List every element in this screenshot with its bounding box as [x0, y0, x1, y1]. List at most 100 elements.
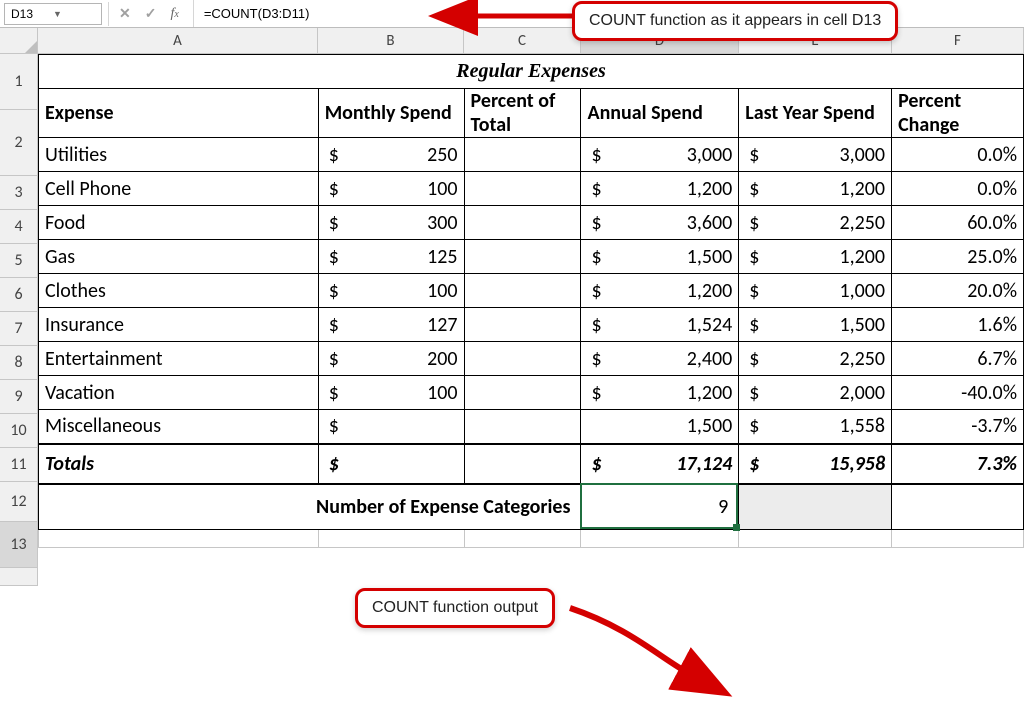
- cell-last[interactable]: $1,500: [739, 308, 892, 342]
- cell-monthly[interactable]: $125: [318, 240, 464, 274]
- cell-blank[interactable]: [892, 530, 1024, 548]
- cell-pctchange[interactable]: 20.0%: [892, 274, 1024, 308]
- row-header-4[interactable]: 4: [0, 210, 37, 244]
- header-expense[interactable]: Expense: [39, 89, 319, 138]
- row-header-6[interactable]: 6: [0, 278, 37, 312]
- cell-annual[interactable]: $1,200: [581, 376, 739, 410]
- row-header-14[interactable]: [0, 568, 37, 586]
- row-header-11[interactable]: 11: [0, 448, 37, 482]
- cell-blank[interactable]: [39, 530, 319, 548]
- cell-annual[interactable]: $3,000: [581, 138, 739, 172]
- totals-label[interactable]: Totals: [39, 444, 319, 484]
- cell-last[interactable]: $3,000: [739, 138, 892, 172]
- cell-pctchange[interactable]: 25.0%: [892, 240, 1024, 274]
- cell-expense[interactable]: Miscellaneous: [39, 410, 319, 444]
- cell-pctchange[interactable]: -40.0%: [892, 376, 1024, 410]
- row-header-9[interactable]: 9: [0, 380, 37, 414]
- cell-monthly[interactable]: $100: [318, 172, 464, 206]
- row-header-12[interactable]: 12: [0, 482, 37, 522]
- col-header-C[interactable]: C: [464, 28, 581, 54]
- cell-blank[interactable]: [581, 530, 739, 548]
- cell-annual[interactable]: $1,200: [581, 172, 739, 206]
- cell-monthly[interactable]: $100: [318, 274, 464, 308]
- row-header-2[interactable]: 2: [0, 110, 37, 176]
- cell-pctoftotal[interactable]: [464, 172, 581, 206]
- cell-F13[interactable]: [892, 484, 1024, 530]
- cancel-icon[interactable]: ✕: [119, 5, 131, 22]
- totals-monthly[interactable]: $1,427: [318, 444, 464, 484]
- cell-pctoftotal[interactable]: [464, 138, 581, 172]
- cell-pctoftotal[interactable]: [464, 274, 581, 308]
- cell-pctoftotal[interactable]: [464, 206, 581, 240]
- header-last-year[interactable]: Last Year Spend: [739, 89, 892, 138]
- cell-pctchange[interactable]: 6.7%: [892, 342, 1024, 376]
- cell-monthly[interactable]: $100: [318, 376, 464, 410]
- cell-expense[interactable]: Clothes: [39, 274, 319, 308]
- cell-monthly[interactable]: $300: [318, 206, 464, 240]
- cell-last[interactable]: $2,250: [739, 342, 892, 376]
- cell-pctchange[interactable]: 0.0%: [892, 172, 1024, 206]
- row-header-13[interactable]: 13: [0, 522, 37, 568]
- cell-last[interactable]: $2,000: [739, 376, 892, 410]
- cell-last[interactable]: $2,250: [739, 206, 892, 240]
- note-label[interactable]: Number of Expense Categories: [39, 484, 581, 530]
- cell-expense[interactable]: Entertainment: [39, 342, 319, 376]
- row-header-7[interactable]: 7: [0, 312, 37, 346]
- cell-expense[interactable]: Vacation: [39, 376, 319, 410]
- cell-D13[interactable]: 9: [581, 484, 739, 530]
- cell-last[interactable]: $1,200: [739, 240, 892, 274]
- cell-annual[interactable]: $1,524: [581, 308, 739, 342]
- col-header-B[interactable]: B: [318, 28, 464, 54]
- totals-last[interactable]: $15,958: [739, 444, 892, 484]
- row-header-1[interactable]: 1: [0, 54, 37, 110]
- name-box[interactable]: D13 ▼: [4, 3, 102, 25]
- cell-pctchange[interactable]: 1.6%: [892, 308, 1024, 342]
- cell-pctchange[interactable]: 0.0%: [892, 138, 1024, 172]
- totals-annual[interactable]: $17,124: [581, 444, 739, 484]
- row-header-8[interactable]: 8: [0, 346, 37, 380]
- cell-monthly[interactable]: $250: [318, 138, 464, 172]
- cell-pctoftotal[interactable]: [464, 410, 581, 444]
- cell-last[interactable]: $1,558: [739, 410, 892, 444]
- header-annual[interactable]: Annual Spend: [581, 89, 739, 138]
- cell-annual[interactable]: $3,600: [581, 206, 739, 240]
- cell-expense[interactable]: Insurance: [39, 308, 319, 342]
- cell-expense[interactable]: Utilities: [39, 138, 319, 172]
- header-percent-total[interactable]: Percent of Total: [464, 89, 581, 138]
- cell-expense[interactable]: Cell Phone: [39, 172, 319, 206]
- cell-monthly[interactable]: $200: [318, 342, 464, 376]
- cell-E13[interactable]: [739, 484, 892, 530]
- header-percent-change[interactable]: Percent Change: [892, 89, 1024, 138]
- row-header-3[interactable]: 3: [0, 176, 37, 210]
- cell-pctoftotal[interactable]: [464, 240, 581, 274]
- cell-monthly[interactable]: $125: [318, 410, 464, 444]
- chevron-down-icon[interactable]: ▼: [53, 9, 95, 19]
- cell-annual[interactable]: $1,500: [581, 240, 739, 274]
- cell-annual[interactable]: $1,500: [581, 410, 739, 444]
- row-header-10[interactable]: 10: [0, 414, 37, 448]
- cell-pctoftotal[interactable]: [464, 308, 581, 342]
- cell-last[interactable]: $1,000: [739, 274, 892, 308]
- col-header-A[interactable]: A: [38, 28, 318, 54]
- cell-expense[interactable]: Food: [39, 206, 319, 240]
- totals-pct[interactable]: 7.3%: [892, 444, 1024, 484]
- sheet-title[interactable]: Regular Expenses: [39, 55, 1024, 89]
- cell-blank[interactable]: [739, 530, 892, 548]
- col-header-F[interactable]: F: [892, 28, 1024, 54]
- cell-last[interactable]: $1,200: [739, 172, 892, 206]
- cell-blank[interactable]: [318, 530, 464, 548]
- cell-annual[interactable]: $2,400: [581, 342, 739, 376]
- totals-pctoftotal[interactable]: [464, 444, 581, 484]
- fx-icon[interactable]: fx: [170, 6, 178, 22]
- cell-expense[interactable]: Gas: [39, 240, 319, 274]
- cell-pctchange[interactable]: 60.0%: [892, 206, 1024, 240]
- enter-icon[interactable]: ✓: [145, 5, 157, 22]
- select-all-corner[interactable]: [0, 28, 38, 54]
- row-header-5[interactable]: 5: [0, 244, 37, 278]
- cell-pctchange[interactable]: -3.7%: [892, 410, 1024, 444]
- spreadsheet-grid[interactable]: Regular Expenses Expense Monthly Spend P…: [38, 54, 1024, 586]
- header-monthly[interactable]: Monthly Spend: [318, 89, 464, 138]
- cell-blank[interactable]: [464, 530, 581, 548]
- cell-pctoftotal[interactable]: [464, 376, 581, 410]
- cell-annual[interactable]: $1,200: [581, 274, 739, 308]
